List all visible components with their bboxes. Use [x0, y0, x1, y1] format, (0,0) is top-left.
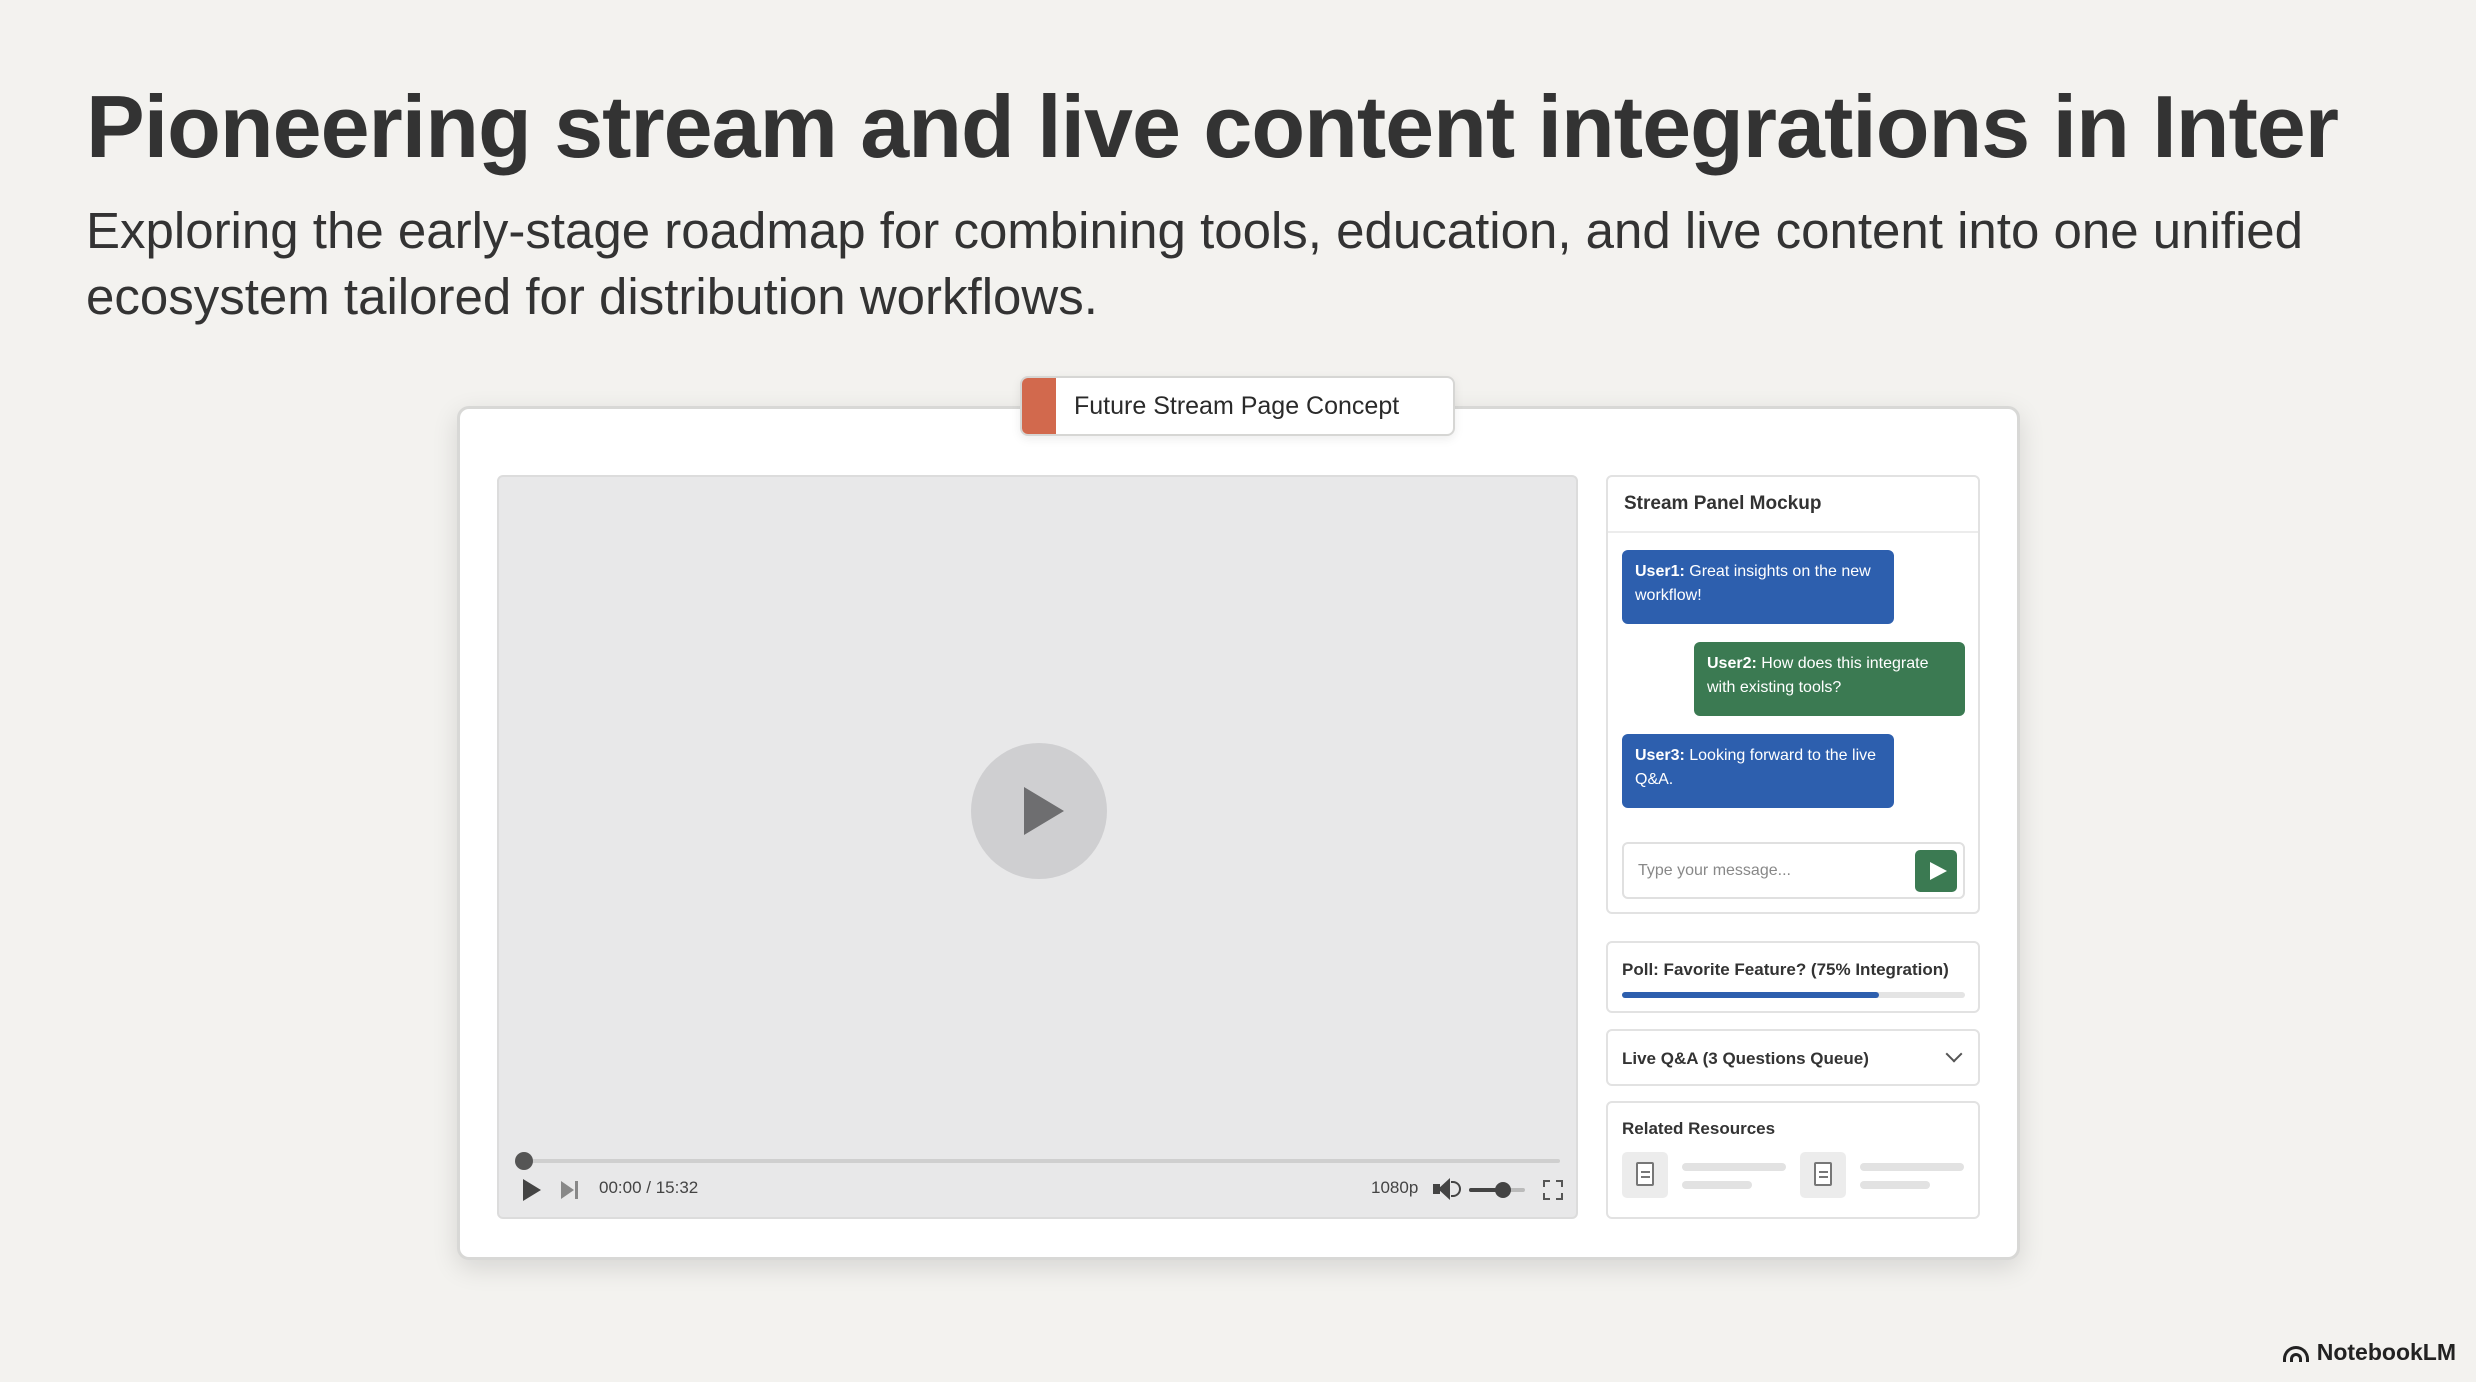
- page-subtitle: Exploring the early-stage roadmap for co…: [86, 202, 2304, 325]
- chat-message: User3: Looking forward to the live Q&A.: [1622, 734, 1894, 808]
- skip-next-icon[interactable]: [561, 1181, 581, 1201]
- poll-progress-bar: [1622, 992, 1965, 998]
- poll-label: Poll: Favorite Feature? (75% Integration…: [1622, 960, 1949, 979]
- resource-placeholder-line: [1860, 1181, 1930, 1189]
- document-icon[interactable]: [1800, 1152, 1846, 1198]
- seek-handle[interactable]: [515, 1152, 533, 1170]
- play-overlay-button[interactable]: [971, 743, 1107, 879]
- frame-tab-label: Future Stream Page Concept: [1074, 391, 1400, 420]
- qa-label: Live Q&A (3 Questions Queue): [1622, 1049, 1869, 1068]
- volume-icon[interactable]: [1433, 1178, 1461, 1200]
- resource-placeholder-line: [1682, 1163, 1786, 1171]
- chat-panel-header: Stream Panel Mockup: [1608, 477, 1978, 533]
- chat-message: User1: Great insights on the new workflo…: [1622, 550, 1894, 624]
- send-button[interactable]: [1915, 850, 1957, 892]
- message-placeholder: Type your message...: [1638, 862, 1791, 879]
- volume-slider[interactable]: [1469, 1182, 1525, 1198]
- qa-dropdown[interactable]: Live Q&A (3 Questions Queue): [1606, 1029, 1980, 1086]
- chat-message: User2: How does this integrate with exis…: [1694, 642, 1965, 716]
- chat-user: User3:: [1635, 747, 1685, 764]
- seek-bar[interactable]: [515, 1152, 1560, 1170]
- notebooklm-icon: [2282, 1344, 2309, 1362]
- video-player[interactable]: 00:00 / 15:32 1080p: [497, 475, 1578, 1219]
- quality-button[interactable]: 1080p: [1371, 1178, 1418, 1198]
- resource-placeholder-line: [1860, 1163, 1964, 1171]
- chevron-down-icon[interactable]: [1945, 1045, 1963, 1063]
- chat-user: User1:: [1635, 563, 1685, 580]
- volume-handle[interactable]: [1494, 1182, 1511, 1198]
- resources-panel: Related Resources: [1606, 1101, 1980, 1219]
- page-title: Pioneering stream and live content integ…: [86, 77, 2339, 176]
- time-display: 00:00 / 15:32: [599, 1178, 699, 1197]
- play-icon[interactable]: [523, 1179, 541, 1201]
- tab-color-swatch: [1022, 378, 1056, 434]
- document-icon[interactable]: [1622, 1152, 1668, 1198]
- poll-panel[interactable]: Poll: Favorite Feature? (75% Integration…: [1606, 941, 1980, 1013]
- chat-user: User2:: [1707, 655, 1757, 672]
- fullscreen-icon[interactable]: [1543, 1180, 1563, 1200]
- chat-panel: Stream Panel Mockup User1: Great insight…: [1606, 475, 1980, 914]
- resource-placeholder-line: [1682, 1181, 1752, 1189]
- frame-tab: Future Stream Page Concept: [1020, 376, 1455, 436]
- resources-label: Related Resources: [1622, 1119, 1776, 1138]
- message-input[interactable]: Type your message...: [1622, 842, 1965, 899]
- brand-logo: NotebookLM: [2282, 1339, 2456, 1366]
- brand-name: NotebookLM: [2316, 1339, 2456, 1365]
- poll-progress-fill: [1622, 992, 1880, 998]
